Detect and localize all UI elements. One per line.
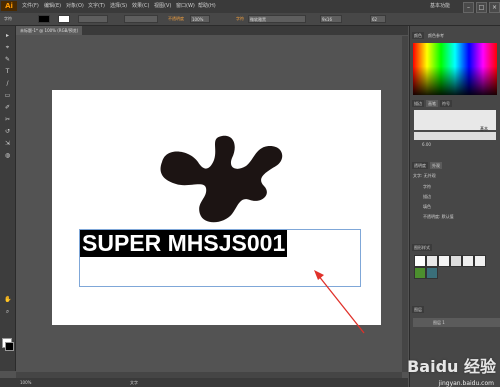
baidu-watermark: Baidu 经验 [407, 357, 496, 376]
status-bar: 100% 文字 [0, 378, 408, 387]
appearance-text-row[interactable]: 文字: 无外观 [413, 171, 497, 180]
brush-stroke-preview[interactable] [414, 132, 496, 140]
tab-transparency[interactable]: 透明度 [412, 162, 428, 169]
tab-stroke[interactable]: 描边 [412, 100, 424, 107]
status-tool: 文字 [130, 380, 138, 385]
graphic-style-swatch[interactable] [414, 255, 426, 267]
status-zoom[interactable]: 100% [20, 378, 31, 387]
appearance-opacity-row[interactable]: 不透明度: 默认值 [413, 212, 500, 221]
minimize-button[interactable]: – [463, 2, 474, 13]
layer-row[interactable]: 图层 1 [413, 318, 500, 327]
appearance-character-row[interactable]: 字符 [413, 182, 500, 191]
graphic-style-swatch[interactable] [438, 255, 450, 267]
close-button[interactable]: × [489, 2, 500, 13]
graphic-style-swatch[interactable] [474, 255, 486, 267]
tab-brushes[interactable]: 画笔 [426, 100, 438, 107]
graphic-style-swatch[interactable] [462, 255, 474, 267]
window-controls: – □ × [463, 0, 500, 13]
tab-color[interactable]: 颜色 [412, 32, 424, 39]
graphic-style-swatch[interactable] [414, 267, 426, 279]
vertical-scrollbar[interactable] [402, 36, 408, 372]
annotation-arrow [314, 270, 365, 334]
workspace-switcher[interactable]: 基本功能 [430, 0, 450, 13]
appearance-fill-row[interactable]: 填色 [413, 202, 500, 211]
panels-dock: 颜色 颜色参考 描边 画笔 符号 基本 6.00 透明度 外观 文字: 无外观 … [409, 26, 500, 387]
tab-layers[interactable]: 图层 [412, 306, 424, 313]
graphic-style-swatch[interactable] [426, 255, 438, 267]
brush-size-value: 6.00 [422, 142, 431, 147]
tab-color-guide[interactable]: 颜色参考 [426, 32, 446, 39]
graphic-style-swatch[interactable] [426, 267, 438, 279]
maximize-button[interactable]: □ [476, 2, 487, 13]
color-spectrum[interactable] [413, 43, 497, 95]
tab-graphic-styles[interactable]: 图形样式 [412, 244, 432, 251]
tab-symbols[interactable]: 符号 [440, 100, 452, 107]
graphic-style-swatch[interactable] [450, 255, 462, 267]
appearance-stroke-row[interactable]: 描边 [413, 192, 500, 201]
tab-appearance[interactable]: 外观 [430, 162, 442, 169]
watermark-url: jingyan.baidu.com [438, 380, 494, 387]
